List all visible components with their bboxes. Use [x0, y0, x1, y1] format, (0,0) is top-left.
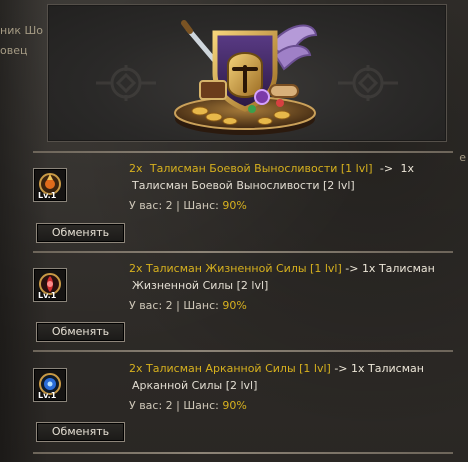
- level-badge: Lv.1: [38, 391, 57, 400]
- get-qty: 1x: [400, 162, 414, 175]
- give-item: Талисман Арканной Силы [1 lvl]: [146, 362, 331, 375]
- get-qty: 1x Талисман: [361, 262, 435, 275]
- offer-separator: [33, 452, 453, 454]
- have-label: У вас: 2 | Шанс:: [129, 299, 219, 312]
- side-text-line-1: ник Шо: [0, 24, 43, 37]
- get-item: Талисман Боевой Выносливости [2 lvl]: [132, 179, 355, 192]
- exchange-offer-2: Lv.1 2x Талисман Жизненной Силы [1 lvl] …: [33, 256, 453, 342]
- have-chance-line: У вас: 2 | Шанс: 90%: [129, 297, 414, 314]
- get-item: Жизненной Силы [2 lvl]: [132, 279, 269, 292]
- exchange-button[interactable]: Обменять: [36, 422, 125, 442]
- side-text-line-2: овец: [0, 44, 28, 57]
- arrow: ->: [334, 362, 348, 375]
- offer-give-line: 2x Талисман Арканной Силы [1 lvl] -> 1x …: [129, 360, 424, 377]
- ornament-right-icon: [338, 65, 398, 101]
- item-slot[interactable]: Lv.1: [33, 268, 67, 302]
- get-qty: 1x Талисман: [351, 362, 424, 375]
- offer-give-line: 2x Талисман Боевой Выносливости [1 lvl] …: [129, 160, 414, 177]
- item-slot[interactable]: Lv.1: [33, 168, 67, 202]
- chance-value: 90%: [222, 299, 247, 312]
- offer-separator: [33, 151, 453, 153]
- ornament-left-icon: [96, 65, 156, 101]
- knight-helmet-shield-icon: [174, 20, 318, 135]
- arrow: ->: [345, 262, 359, 275]
- give-qty: 2x: [129, 362, 143, 375]
- item-slot[interactable]: Lv.1: [33, 368, 67, 402]
- level-badge: Lv.1: [38, 191, 57, 200]
- offer-separator: [33, 350, 453, 352]
- exchange-offer-1: Lv.1 2x Талисман Боевой Выносливости [1 …: [33, 156, 453, 243]
- offer-give-line: 2x Талисман Жизненной Силы [1 lvl] -> 1x…: [129, 260, 435, 277]
- arrow: ->: [379, 162, 394, 175]
- get-item: Арканной Силы [2 lvl]: [132, 379, 258, 392]
- side-text-right: е: [459, 151, 466, 164]
- have-label: У вас: 2 | Шанс:: [129, 399, 219, 412]
- have-chance-line: У вас: 2 | Шанс: 90%: [129, 397, 414, 414]
- give-qty: 2x: [129, 262, 143, 275]
- talisman-exchange-banner: [47, 4, 447, 142]
- exchange-button[interactable]: Обменять: [36, 223, 125, 243]
- chance-value: 90%: [222, 399, 247, 412]
- have-label: У вас: 2 | Шанс:: [129, 199, 219, 212]
- give-qty: 2x: [129, 162, 143, 175]
- have-chance-line: У вас: 2 | Шанс: 90%: [129, 197, 414, 214]
- level-badge: Lv.1: [38, 291, 57, 300]
- offer-separator: [33, 251, 453, 253]
- exchange-button[interactable]: Обменять: [36, 322, 125, 342]
- give-item: Талисман Жизненной Силы [1 lvl]: [146, 262, 342, 275]
- exchange-offer-3: Lv.1 2x Талисман Арканной Силы [1 lvl] -…: [33, 356, 453, 442]
- chance-value: 90%: [222, 199, 247, 212]
- give-item: Талисман Боевой Выносливости [1 lvl]: [149, 162, 373, 175]
